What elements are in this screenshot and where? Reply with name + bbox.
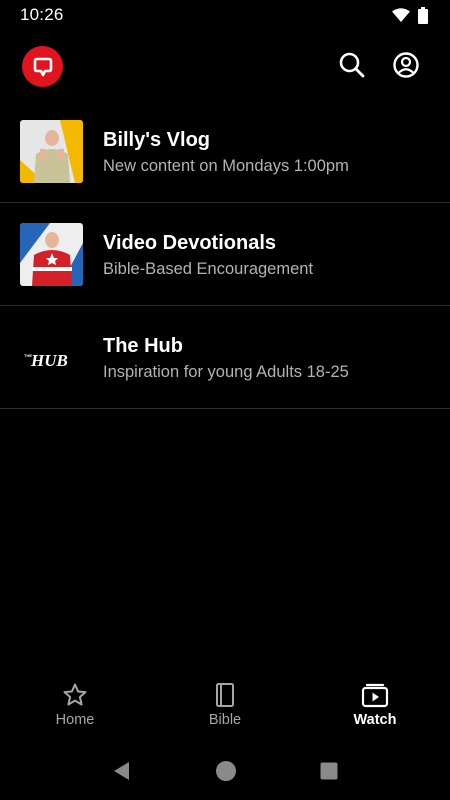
content-list: Billy's Vlog New content on Mondays 1:00… xyxy=(0,100,450,409)
list-item-title: Video Devotionals xyxy=(103,232,277,254)
recents-icon[interactable] xyxy=(319,761,339,781)
list-item-text: Billy's Vlog New content on Mondays 1:00… xyxy=(103,127,349,177)
nav-label-bible: Bible xyxy=(208,712,242,728)
video-devotionals-thumbnail xyxy=(20,223,83,286)
list-item[interactable]: THE HUB The Hub Inspiration for young Ad… xyxy=(0,306,450,409)
system-nav-bar xyxy=(0,742,450,800)
book-icon xyxy=(216,683,234,707)
list-item-title: The Hub xyxy=(103,335,183,357)
app-bar xyxy=(0,44,450,88)
the-hub-thumbnail: THE HUB xyxy=(20,326,83,389)
list-item-subtitle: Bible-Based Encouragement xyxy=(103,260,314,278)
status-icons xyxy=(392,6,428,24)
list-item[interactable]: Video Devotionals Bible-Based Encouragem… xyxy=(0,203,450,306)
battery-icon xyxy=(418,6,428,24)
home-circle-icon[interactable] xyxy=(215,760,237,782)
svg-text:HUB: HUB xyxy=(30,351,68,370)
nav-item-home[interactable]: Home xyxy=(0,672,150,742)
status-bar: 10:26 xyxy=(0,0,450,30)
nav-item-bible[interactable]: Bible xyxy=(150,672,300,742)
wifi-icon xyxy=(392,8,410,22)
list-item-text: The Hub Inspiration for young Adults 18-… xyxy=(103,333,349,383)
search-button[interactable] xyxy=(337,50,367,80)
nav-label-watch: Watch xyxy=(353,712,397,728)
status-time: 10:26 xyxy=(20,5,64,24)
star-icon xyxy=(63,683,87,706)
list-item-text: Video Devotionals Bible-Based Encouragem… xyxy=(103,230,313,280)
list-item-title: Billy's Vlog xyxy=(103,129,211,151)
search-icon xyxy=(339,52,365,78)
video-library-icon xyxy=(361,683,389,708)
back-icon[interactable] xyxy=(111,760,133,782)
list-item-subtitle: Inspiration for young Adults 18-25 xyxy=(103,363,349,381)
bottom-nav: Home Bible Watch xyxy=(0,672,450,742)
chat-bubble-logo-icon xyxy=(33,57,52,76)
app-logo[interactable] xyxy=(22,46,63,87)
billys-vlog-thumbnail xyxy=(20,120,83,183)
account-circle-icon xyxy=(393,52,419,78)
nav-item-watch[interactable]: Watch xyxy=(300,672,450,742)
nav-label-home: Home xyxy=(55,712,95,728)
list-item[interactable]: Billy's Vlog New content on Mondays 1:00… xyxy=(0,100,450,203)
account-button[interactable] xyxy=(391,50,421,80)
list-item-subtitle: New content on Mondays 1:00pm xyxy=(103,157,349,175)
